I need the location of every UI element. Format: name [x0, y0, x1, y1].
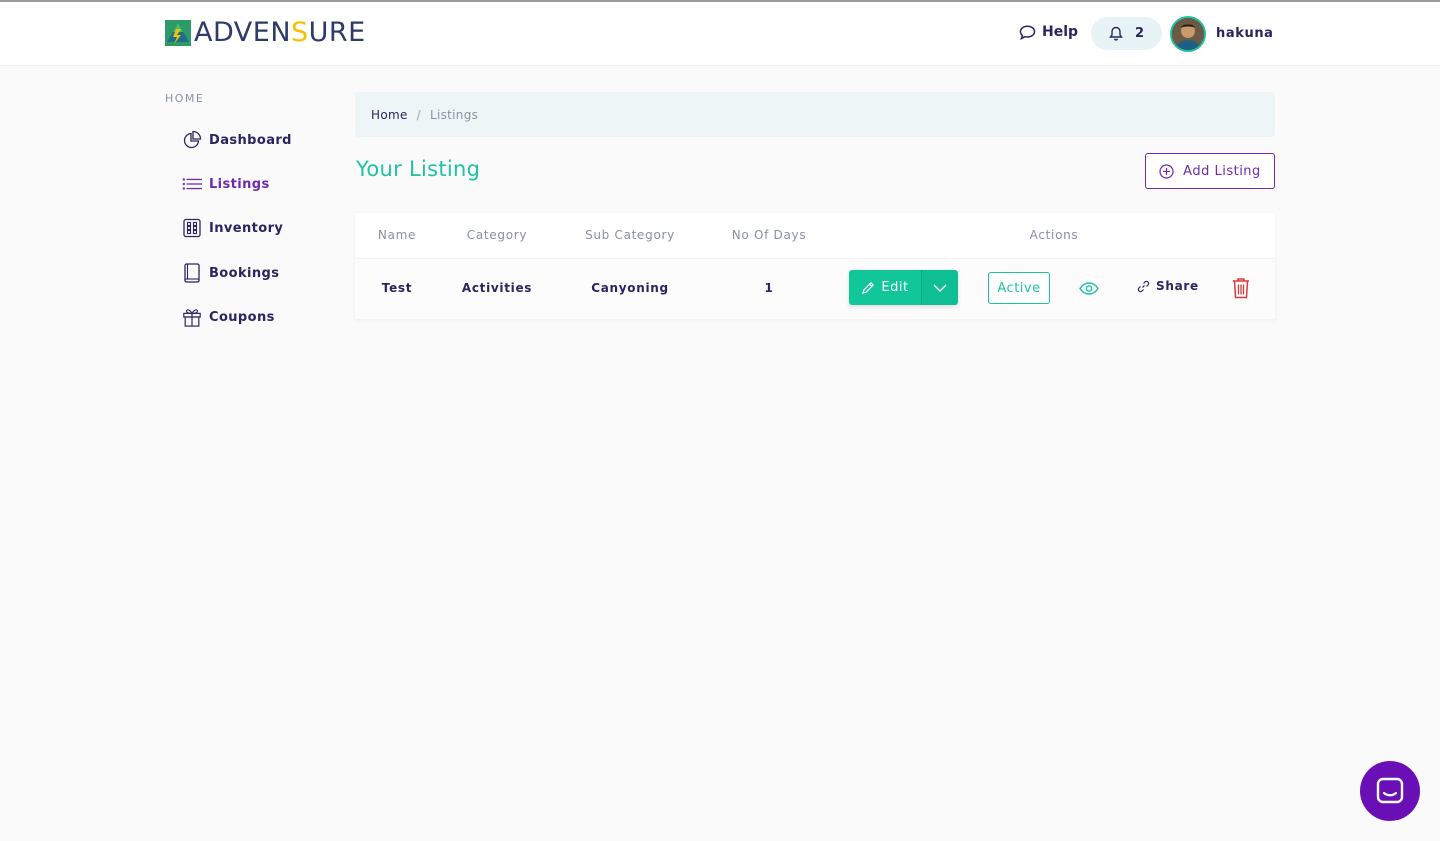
grid-icon: [183, 218, 201, 238]
edit-label: Edit: [881, 280, 909, 295]
table-header: Name Category Sub Category No Of Days Ac…: [355, 213, 1275, 259]
logo-text-highlight: S: [291, 17, 309, 48]
username[interactable]: hakuna: [1216, 26, 1274, 41]
listings-table: Name Category Sub Category No Of Days Ac…: [355, 213, 1275, 319]
sidebar-item-label: Coupons: [209, 309, 275, 325]
notification-count: 2: [1134, 26, 1145, 41]
plus-circle-icon: [1159, 163, 1174, 179]
cell-category: Activities: [461, 281, 533, 295]
book-icon: [184, 263, 200, 283]
eye-icon: [1079, 282, 1099, 295]
pie-chart-icon: [183, 130, 202, 149]
logo-text-part1: ADVEN: [194, 17, 292, 48]
share-button[interactable]: Share: [1137, 279, 1199, 293]
cell-sub-category: Canyoning: [591, 281, 669, 295]
sidebar-item-dashboard[interactable]: Dashboard: [182, 130, 292, 150]
share-label: Share: [1156, 279, 1199, 293]
breadcrumb-current: Listings: [429, 107, 479, 122]
sidebar-item-label: Dashboard: [209, 132, 292, 148]
column-header-actions: Actions: [1029, 228, 1079, 242]
chat-launcher-button[interactable]: [1360, 761, 1420, 821]
pencil-icon: [862, 281, 875, 294]
chat-icon: [1376, 777, 1404, 804]
link-icon: [1137, 280, 1150, 292]
edit-dropdown-toggle[interactable]: [921, 270, 958, 305]
sidebar-item-label: Inventory: [209, 220, 284, 236]
breadcrumb-separator: /: [416, 107, 421, 122]
trash-icon: [1233, 278, 1249, 299]
cell-name: Test: [381, 281, 413, 295]
bell-icon: [1109, 26, 1123, 41]
breadcrumb: Home / Listings: [355, 92, 1275, 137]
logo-text-part3: URE: [308, 17, 366, 48]
help-link[interactable]: Help: [1019, 24, 1078, 40]
cell-days: 1: [764, 281, 774, 295]
status-active-button[interactable]: Active: [988, 272, 1050, 304]
sidebar-item-label: Listings: [209, 176, 270, 192]
delete-listing-button[interactable]: [1231, 277, 1251, 303]
user-avatar-image: [1172, 18, 1204, 50]
sidebar-item-inventory[interactable]: Inventory: [182, 218, 283, 238]
top-header: ADVENSURE Help 2 hakuna: [0, 2, 1440, 66]
sidebar-heading: HOME: [165, 92, 205, 105]
sidebar-item-label: Bookings: [209, 265, 280, 281]
gift-icon: [183, 309, 201, 327]
column-header-category: Category: [466, 228, 528, 242]
breadcrumb-home[interactable]: Home: [371, 108, 408, 122]
sidebar-item-coupons[interactable]: Coupons: [182, 307, 275, 327]
column-header-sub-category: Sub Category: [585, 228, 675, 242]
avatar[interactable]: [1170, 16, 1206, 52]
column-header-name: Name: [377, 228, 417, 242]
add-listing-button[interactable]: Add Listing: [1145, 153, 1275, 189]
view-listing-button[interactable]: [1079, 280, 1099, 299]
sidebar-item-bookings[interactable]: Bookings: [182, 263, 279, 283]
add-listing-label: Add Listing: [1183, 163, 1261, 179]
list-icon: [182, 178, 202, 190]
chevron-down-icon: [933, 284, 947, 292]
logo-mark-icon: [165, 20, 191, 46]
help-label: Help: [1042, 24, 1079, 40]
page-title: Your Listing: [356, 157, 481, 181]
edit-button-group: Edit: [849, 270, 958, 305]
edit-button[interactable]: Edit: [849, 270, 921, 305]
column-header-days: No Of Days: [731, 228, 807, 242]
notifications-button[interactable]: 2: [1091, 17, 1162, 50]
brand-logo[interactable]: ADVENSURE: [165, 18, 366, 48]
sidebar-item-listings[interactable]: Listings: [182, 174, 270, 194]
chat-bubble-icon: [1019, 24, 1036, 40]
